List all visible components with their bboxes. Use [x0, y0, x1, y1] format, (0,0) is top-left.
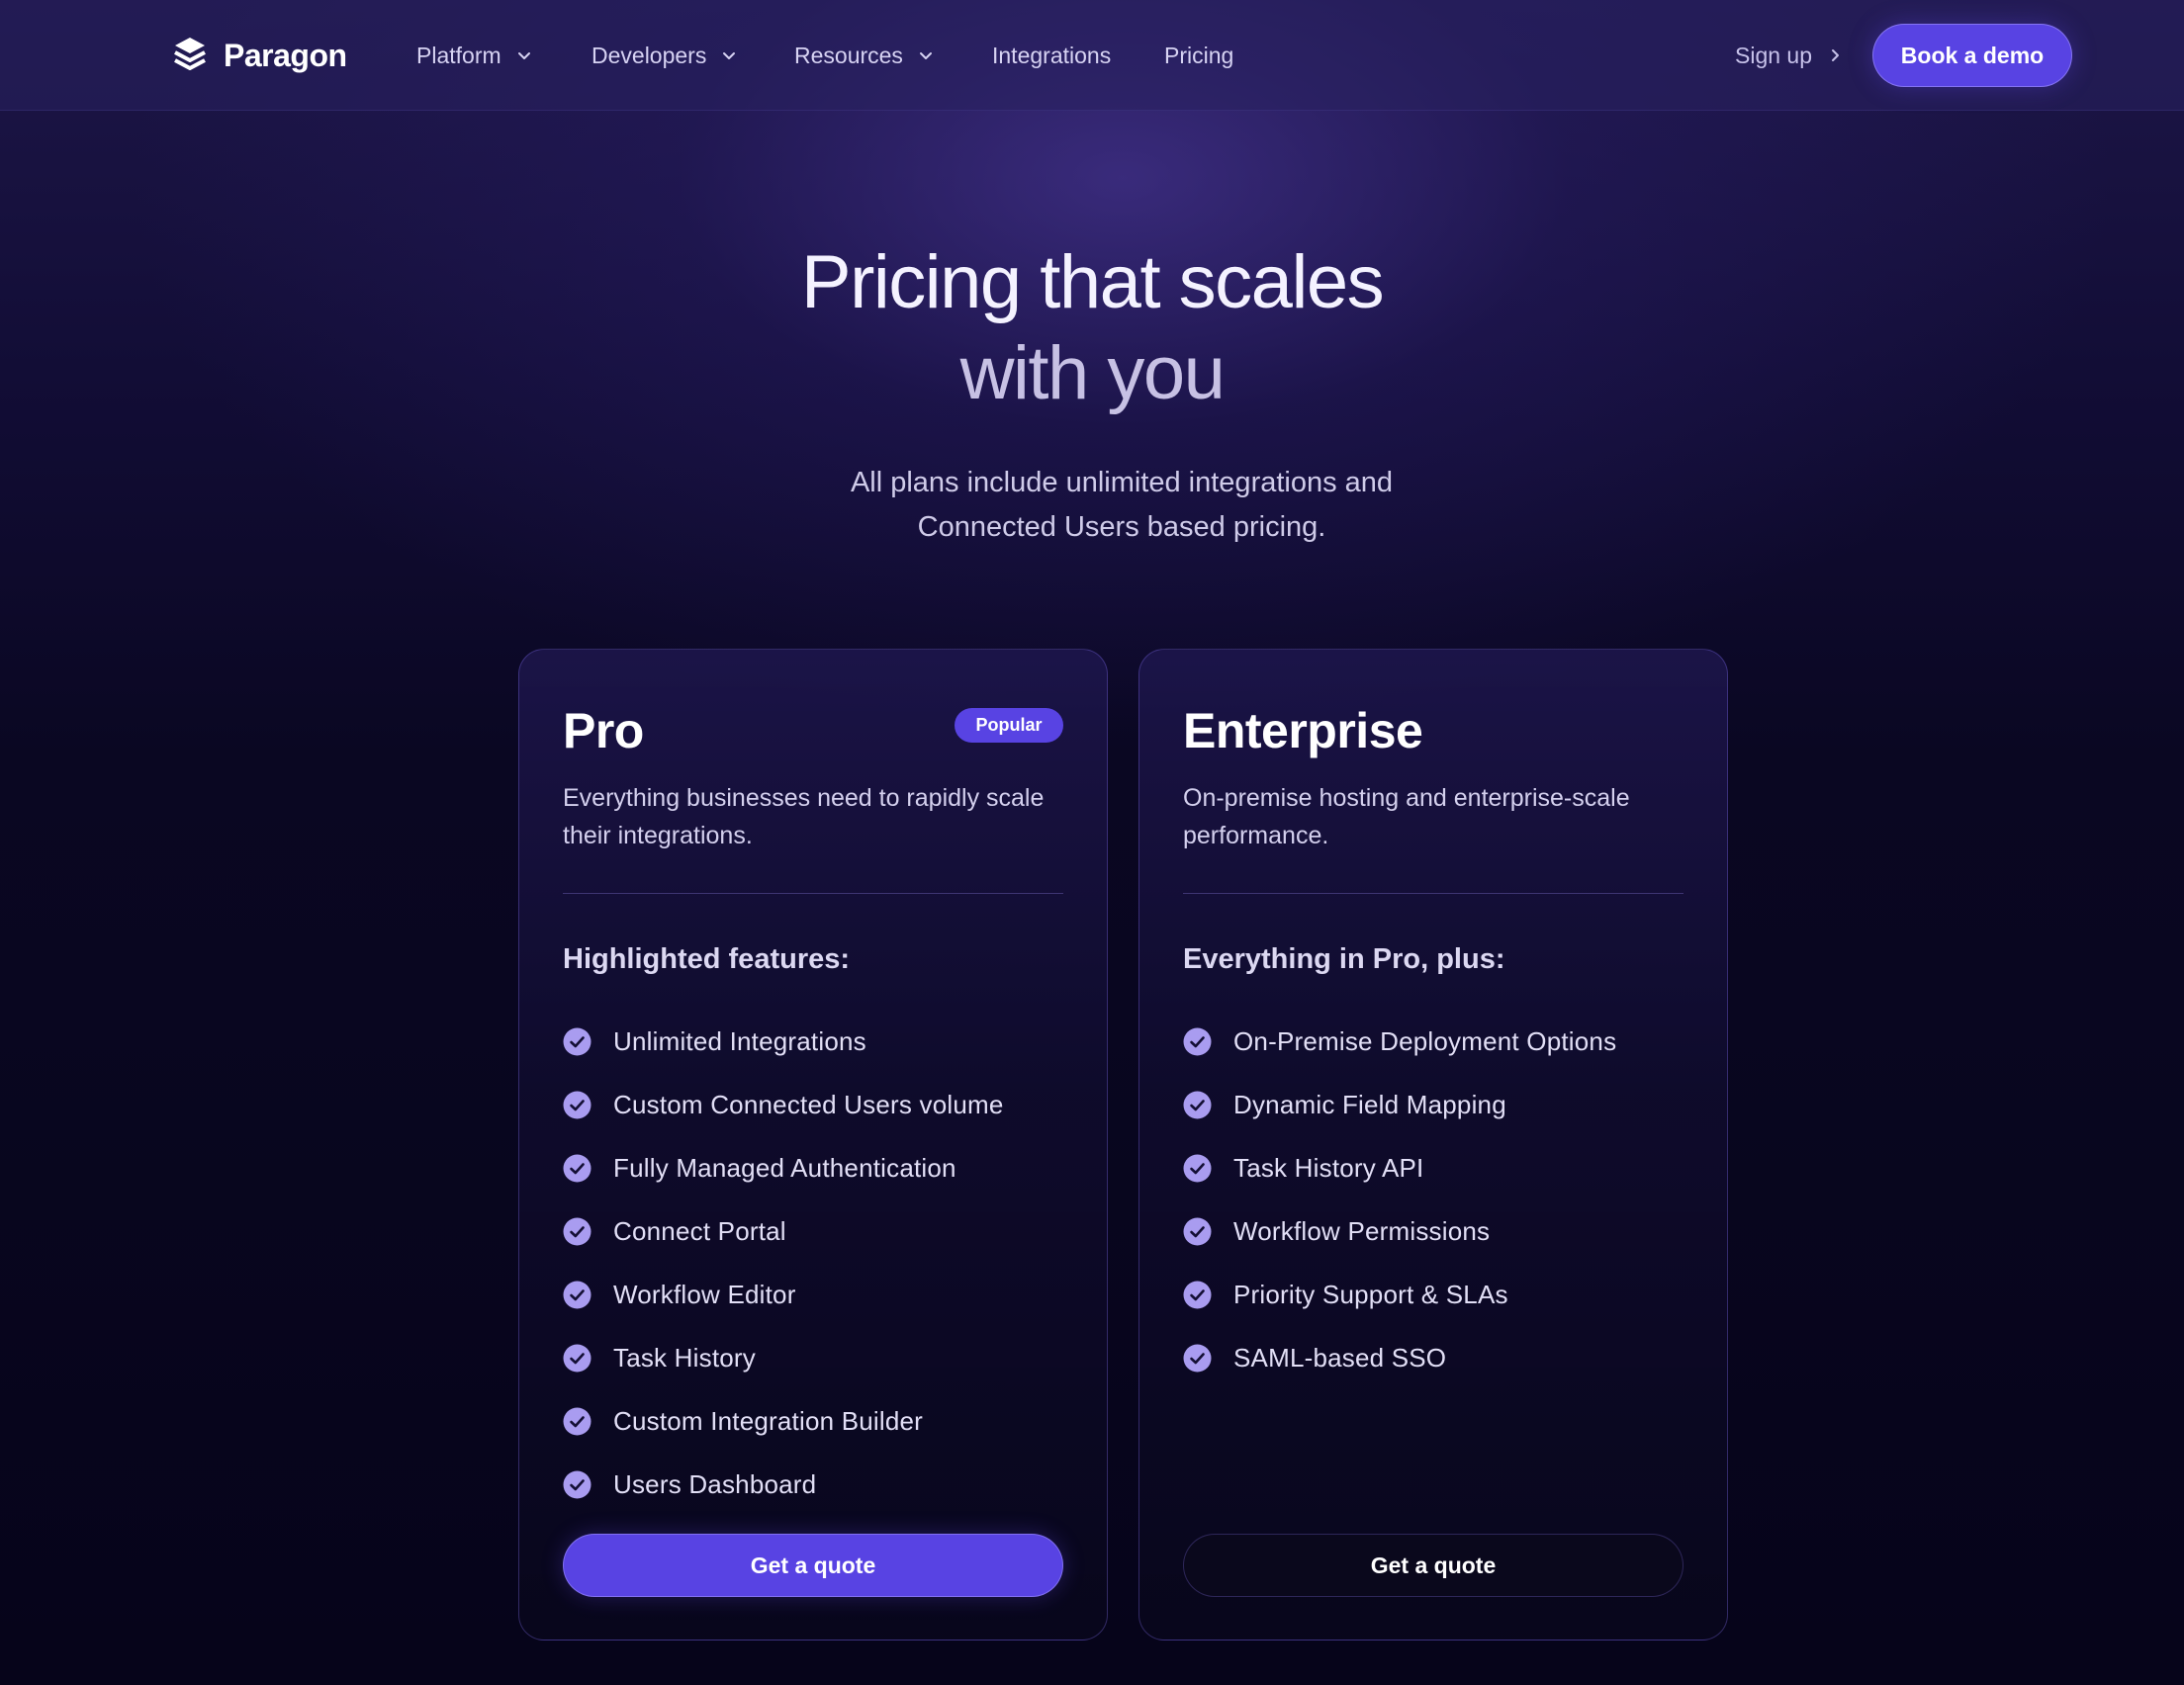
page-subtitle-line1: All plans include unlimited integrations…: [850, 467, 1394, 498]
feature-item: Workflow Permissions: [1183, 1199, 1616, 1263]
feature-item: Task History API: [1183, 1136, 1616, 1199]
popular-badge: Popular: [955, 708, 1063, 743]
feature-label: Task History API: [1233, 1152, 1424, 1183]
divider: [1183, 893, 1684, 894]
check-circle-icon: [563, 1091, 592, 1118]
chevron-down-icon: [919, 52, 932, 59]
check-circle-icon: [563, 1407, 592, 1435]
nav-platform[interactable]: Platform: [416, 38, 533, 73]
signup-label: Sign up: [1735, 42, 1813, 68]
page-title-line1: Pricing that scales: [800, 240, 1385, 324]
check-circle-icon: [563, 1281, 592, 1308]
top-navigation: Paragon Platform Developers Resources In…: [0, 0, 2184, 111]
nav-pricing[interactable]: Pricing: [1164, 38, 1233, 73]
plan-card-pro: Pro Popular Everything businesses need t…: [518, 649, 1108, 1641]
plan-card-enterprise: Enterprise On-premise hosting and enterp…: [1138, 649, 1728, 1641]
feature-label: Unlimited Integrations: [613, 1025, 866, 1056]
plan-description: On-premise hosting and enterprise-scale …: [1183, 784, 1630, 849]
feature-label: Fully Managed Authentication: [613, 1152, 956, 1183]
feature-item: Fully Managed Authentication: [563, 1136, 1004, 1199]
feature-label: Users Dashboard: [613, 1468, 817, 1499]
page-subtitle-line2: Connected Users based pricing.: [917, 511, 1326, 543]
check-circle-icon: [563, 1217, 592, 1245]
nav-resources-label: Resources: [794, 42, 903, 68]
plan-name: Enterprise: [1183, 703, 1423, 758]
feature-label: Workflow Editor: [613, 1279, 796, 1309]
feature-item: Connect Portal: [563, 1199, 1004, 1263]
feature-item: Workflow Editor: [563, 1263, 1004, 1326]
feature-item: Priority Support & SLAs: [1183, 1263, 1616, 1326]
feature-label: SAML-based SSO: [1233, 1342, 1447, 1373]
nav-pricing-label: Pricing: [1164, 42, 1234, 68]
stacked-layers-icon: [174, 38, 206, 70]
nav-integrations[interactable]: Integrations: [992, 38, 1111, 73]
nav-resources[interactable]: Resources: [794, 38, 935, 73]
check-circle-icon: [1183, 1091, 1212, 1118]
chevron-down-icon: [723, 52, 736, 59]
enterprise-get-quote-button[interactable]: Get a quote: [1183, 1534, 1684, 1597]
nav-integrations-label: Integrations: [992, 42, 1112, 68]
check-circle-icon: [1183, 1154, 1212, 1182]
feature-item: Dynamic Field Mapping: [1183, 1073, 1616, 1136]
feature-item: Task History: [563, 1326, 1004, 1389]
signup-link[interactable]: Sign up: [1735, 38, 1844, 73]
feature-label: Custom Integration Builder: [613, 1405, 924, 1436]
feature-item: Users Dashboard: [563, 1453, 1004, 1516]
feature-label: Custom Connected Users volume: [613, 1089, 1004, 1119]
page-title-line2: with you: [959, 331, 1226, 415]
check-circle-icon: [563, 1154, 592, 1182]
pricing-page: Paragon Platform Developers Resources In…: [0, 0, 2184, 1685]
check-circle-icon: [563, 1470, 592, 1498]
feature-item: Custom Connected Users volume: [563, 1073, 1004, 1136]
check-circle-icon: [563, 1027, 592, 1055]
nav-developers-label: Developers: [592, 42, 707, 68]
check-circle-icon: [563, 1344, 592, 1372]
check-circle-icon: [1183, 1217, 1212, 1245]
plan-description: Everything businesses need to rapidly sc…: [563, 784, 1045, 849]
feature-label: Workflow Permissions: [1233, 1215, 1491, 1246]
chevron-down-icon: [517, 52, 530, 59]
page-title: Pricing that scales with you: [0, 237, 2184, 419]
check-circle-icon: [1183, 1281, 1212, 1308]
features-heading: Highlighted features:: [563, 943, 851, 975]
brand-name: Paragon: [224, 37, 347, 73]
nav-platform-label: Platform: [416, 42, 501, 68]
features-heading: Everything in Pro, plus:: [1183, 943, 1505, 975]
check-circle-icon: [1183, 1344, 1212, 1372]
brand-logo[interactable]: Paragon: [172, 34, 347, 77]
nav-developers[interactable]: Developers: [592, 38, 738, 73]
feature-label: Priority Support & SLAs: [1233, 1279, 1508, 1309]
page-subtitle: All plans include unlimited integrations…: [746, 461, 1498, 550]
feature-list: Unlimited Integrations Custom Connected …: [563, 1010, 1004, 1516]
feature-label: Task History: [613, 1342, 756, 1373]
feature-label: On-Premise Deployment Options: [1233, 1025, 1617, 1056]
feature-item: On-Premise Deployment Options: [1183, 1010, 1616, 1073]
book-demo-button[interactable]: Book a demo: [1872, 24, 2072, 87]
chevron-right-icon: [1832, 49, 1840, 61]
feature-label: Connect Portal: [613, 1215, 786, 1246]
feature-list: On-Premise Deployment Options Dynamic Fi…: [1183, 1010, 1616, 1389]
pro-get-quote-button[interactable]: Get a quote: [563, 1534, 1063, 1597]
divider: [563, 893, 1063, 894]
check-circle-icon: [1183, 1027, 1212, 1055]
feature-label: Dynamic Field Mapping: [1233, 1089, 1506, 1119]
feature-item: SAML-based SSO: [1183, 1326, 1616, 1389]
feature-item: Unlimited Integrations: [563, 1010, 1004, 1073]
feature-item: Custom Integration Builder: [563, 1389, 1004, 1453]
plan-name: Pro: [563, 703, 644, 758]
